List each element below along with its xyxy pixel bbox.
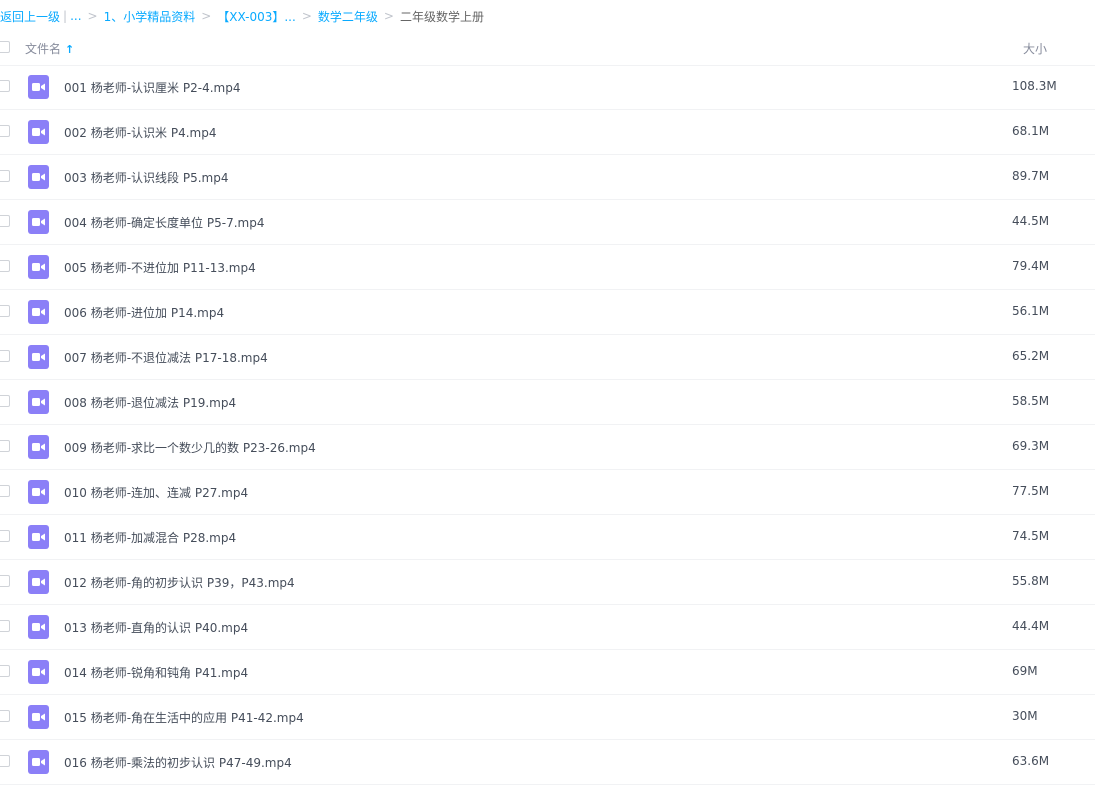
row-checkbox[interactable] bbox=[0, 665, 10, 677]
file-name[interactable]: 010 杨老师-连加、连减 P27.mp4 bbox=[64, 484, 248, 501]
breadcrumb-divider: | bbox=[63, 9, 68, 23]
file-name[interactable]: 005 杨老师-不进位加 P11-13.mp4 bbox=[64, 259, 256, 276]
file-size: 89.7M bbox=[1012, 169, 1050, 183]
video-file-icon bbox=[28, 390, 49, 414]
file-size: 68.1M bbox=[1012, 124, 1050, 138]
file-name[interactable]: 002 杨老师-认识米 P4.mp4 bbox=[64, 124, 217, 141]
file-name[interactable]: 001 杨老师-认识厘米 P2-4.mp4 bbox=[64, 79, 240, 96]
row-checkbox[interactable] bbox=[0, 305, 10, 317]
file-name[interactable]: 008 杨老师-退位减法 P19.mp4 bbox=[64, 394, 236, 411]
row-checkbox[interactable] bbox=[0, 620, 10, 632]
chevron-right-icon: > bbox=[383, 9, 394, 23]
file-size: 56.1M bbox=[1012, 304, 1050, 318]
column-header-size[interactable]: 大小 bbox=[1023, 40, 1047, 57]
select-all-checkbox[interactable] bbox=[0, 41, 10, 53]
row-checkbox[interactable] bbox=[0, 575, 10, 587]
video-file-icon bbox=[28, 615, 49, 639]
file-row[interactable]: 003 杨老师-认识线段 P5.mp4 89.7M bbox=[0, 155, 1095, 200]
breadcrumb-item[interactable]: 【XX-003】... bbox=[217, 8, 296, 25]
video-file-icon bbox=[28, 750, 49, 774]
video-file-icon bbox=[28, 255, 49, 279]
row-checkbox[interactable] bbox=[0, 755, 10, 767]
file-size: 69.3M bbox=[1012, 439, 1050, 453]
chevron-right-icon: > bbox=[301, 9, 312, 23]
file-size: 74.5M bbox=[1012, 529, 1050, 543]
row-checkbox[interactable] bbox=[0, 530, 10, 542]
file-size: 79.4M bbox=[1012, 259, 1050, 273]
file-size: 65.2M bbox=[1012, 349, 1050, 363]
file-size: 77.5M bbox=[1012, 484, 1050, 498]
file-name[interactable]: 007 杨老师-不退位减法 P17-18.mp4 bbox=[64, 349, 268, 366]
row-checkbox[interactable] bbox=[0, 170, 10, 182]
file-name[interactable]: 016 杨老师-乘法的初步认识 P47-49.mp4 bbox=[64, 754, 292, 771]
breadcrumb-item[interactable]: 1、小学精品资料 bbox=[104, 8, 196, 25]
file-name[interactable]: 011 杨老师-加减混合 P28.mp4 bbox=[64, 529, 236, 546]
breadcrumb: 返回上一级 | ... > 1、小学精品资料 > 【XX-003】... > 数… bbox=[0, 0, 1095, 32]
column-header-name[interactable]: 文件名 ↑ bbox=[25, 40, 74, 57]
file-size: 55.8M bbox=[1012, 574, 1050, 588]
chevron-right-icon: > bbox=[87, 9, 98, 23]
file-row[interactable]: 007 杨老师-不退位减法 P17-18.mp4 65.2M bbox=[0, 335, 1095, 380]
video-file-icon bbox=[28, 120, 49, 144]
file-row[interactable]: 008 杨老师-退位减法 P19.mp4 58.5M bbox=[0, 380, 1095, 425]
row-checkbox[interactable] bbox=[0, 440, 10, 452]
file-size: 44.4M bbox=[1012, 619, 1050, 633]
file-size: 44.5M bbox=[1012, 214, 1050, 228]
video-file-icon bbox=[28, 570, 49, 594]
video-file-icon bbox=[28, 480, 49, 504]
file-name[interactable]: 015 杨老师-角在生活中的应用 P41-42.mp4 bbox=[64, 709, 304, 726]
file-row[interactable]: 012 杨老师-角的初步认识 P39，P43.mp4 55.8M bbox=[0, 560, 1095, 605]
video-file-icon bbox=[28, 210, 49, 234]
file-row[interactable]: 004 杨老师-确定长度单位 P5-7.mp4 44.5M bbox=[0, 200, 1095, 245]
video-file-icon bbox=[28, 435, 49, 459]
video-file-icon bbox=[28, 345, 49, 369]
file-size: 108.3M bbox=[1012, 79, 1057, 93]
video-file-icon bbox=[28, 165, 49, 189]
file-size: 69M bbox=[1012, 664, 1038, 678]
breadcrumb-ellipsis[interactable]: ... bbox=[70, 9, 81, 23]
file-row[interactable]: 013 杨老师-直角的认识 P40.mp4 44.4M bbox=[0, 605, 1095, 650]
file-size: 63.6M bbox=[1012, 754, 1050, 768]
file-row[interactable]: 002 杨老师-认识米 P4.mp4 68.1M bbox=[0, 110, 1095, 155]
file-row[interactable]: 001 杨老师-认识厘米 P2-4.mp4 108.3M bbox=[0, 65, 1095, 110]
video-file-icon bbox=[28, 660, 49, 684]
row-checkbox[interactable] bbox=[0, 260, 10, 272]
video-file-icon bbox=[28, 75, 49, 99]
arrow-up-icon[interactable]: ↑ bbox=[65, 43, 74, 56]
row-checkbox[interactable] bbox=[0, 485, 10, 497]
file-size: 30M bbox=[1012, 709, 1038, 723]
breadcrumb-current: 二年级数学上册 bbox=[399, 9, 484, 24]
file-row[interactable]: 011 杨老师-加减混合 P28.mp4 74.5M bbox=[0, 515, 1095, 560]
row-checkbox[interactable] bbox=[0, 710, 10, 722]
file-size: 58.5M bbox=[1012, 394, 1050, 408]
back-link[interactable]: 返回上一级 bbox=[0, 8, 60, 25]
file-row[interactable]: 005 杨老师-不进位加 P11-13.mp4 79.4M bbox=[0, 245, 1095, 290]
file-name[interactable]: 006 杨老师-进位加 P14.mp4 bbox=[64, 304, 224, 321]
chevron-right-icon: > bbox=[201, 9, 212, 23]
breadcrumb-item[interactable]: 数学二年级 bbox=[318, 8, 378, 25]
video-file-icon bbox=[28, 300, 49, 324]
file-name[interactable]: 013 杨老师-直角的认识 P40.mp4 bbox=[64, 619, 248, 636]
file-row[interactable]: 009 杨老师-求比一个数少几的数 P23-26.mp4 69.3M bbox=[0, 425, 1095, 470]
file-name[interactable]: 012 杨老师-角的初步认识 P39，P43.mp4 bbox=[64, 574, 295, 591]
video-file-icon bbox=[28, 705, 49, 729]
row-checkbox[interactable] bbox=[0, 80, 10, 92]
file-name[interactable]: 009 杨老师-求比一个数少几的数 P23-26.mp4 bbox=[64, 439, 316, 456]
video-file-icon bbox=[28, 525, 49, 549]
row-checkbox[interactable] bbox=[0, 215, 10, 227]
row-checkbox[interactable] bbox=[0, 125, 10, 137]
row-checkbox[interactable] bbox=[0, 395, 10, 407]
file-row[interactable]: 014 杨老师-锐角和钝角 P41.mp4 69M bbox=[0, 650, 1095, 695]
file-row[interactable]: 015 杨老师-角在生活中的应用 P41-42.mp4 30M bbox=[0, 695, 1095, 740]
file-list: 001 杨老师-认识厘米 P2-4.mp4 108.3M 002 杨老师-认识米 P… bbox=[0, 65, 1095, 785]
file-list-header: 文件名 ↑ 大小 bbox=[0, 32, 1095, 66]
file-row[interactable]: 010 杨老师-连加、连减 P27.mp4 77.5M bbox=[0, 470, 1095, 515]
column-header-name-label: 文件名 bbox=[25, 42, 62, 56]
file-name[interactable]: 004 杨老师-确定长度单位 P5-7.mp4 bbox=[64, 214, 264, 231]
row-checkbox[interactable] bbox=[0, 350, 10, 362]
file-name[interactable]: 014 杨老师-锐角和钝角 P41.mp4 bbox=[64, 664, 248, 681]
file-row[interactable]: 006 杨老师-进位加 P14.mp4 56.1M bbox=[0, 290, 1095, 335]
file-row[interactable]: 016 杨老师-乘法的初步认识 P47-49.mp4 63.6M bbox=[0, 740, 1095, 785]
file-name[interactable]: 003 杨老师-认识线段 P5.mp4 bbox=[64, 169, 229, 186]
